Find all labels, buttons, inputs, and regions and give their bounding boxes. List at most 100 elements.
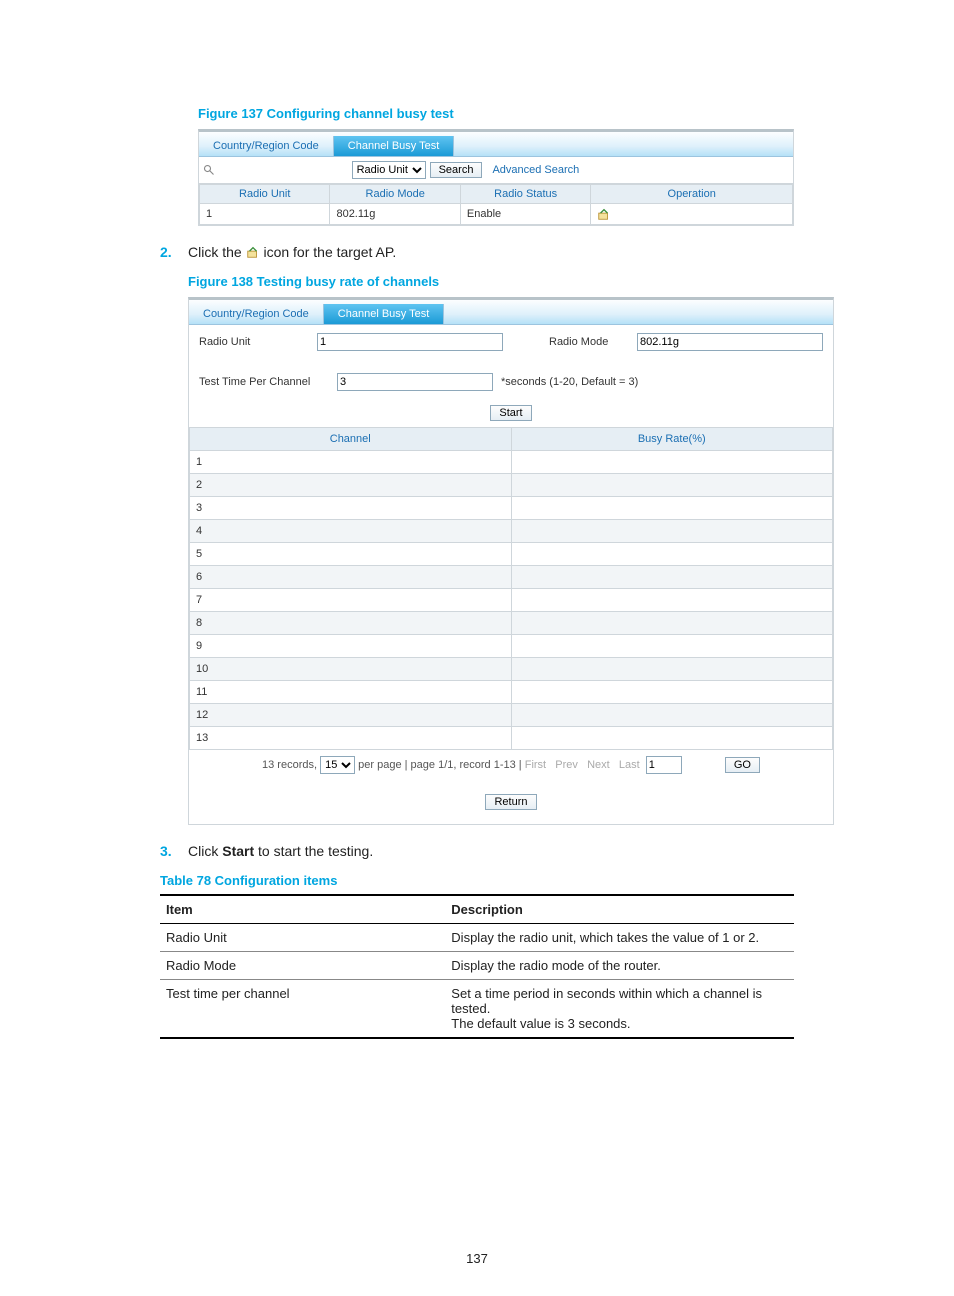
table-row: 13 xyxy=(190,727,833,750)
per-page-select[interactable]: 15 xyxy=(320,756,355,774)
pager-last[interactable]: Last xyxy=(619,759,640,771)
cell-description: Display the radio unit, which takes the … xyxy=(445,924,794,952)
step-2-text-before: Click the xyxy=(188,244,246,260)
table-row: 10 xyxy=(190,658,833,681)
go-button[interactable]: GO xyxy=(725,757,760,773)
form-row-test-time: Test Time Per Channel *seconds (1-20, De… xyxy=(189,359,833,399)
step-3-number: 3. xyxy=(160,843,176,859)
return-button[interactable]: Return xyxy=(485,794,536,810)
figure-137-caption: Figure 137 Configuring channel busy test xyxy=(198,106,794,121)
col-radio-mode: Radio Mode xyxy=(330,185,460,204)
step-2-text-after: icon for the target AP. xyxy=(263,244,396,260)
cell-mode: 802.11g xyxy=(330,204,460,225)
cell-channel: 3 xyxy=(190,497,512,520)
table-row: Test time per channelSet a time period i… xyxy=(160,980,794,1039)
cell-busy-rate xyxy=(511,474,833,497)
cell-channel: 13 xyxy=(190,727,512,750)
col-radio-unit: Radio Unit xyxy=(200,185,330,204)
radio-unit-label: Radio Unit xyxy=(199,336,309,348)
tabbar: Country/Region Code Channel Busy Test xyxy=(189,300,833,325)
start-button[interactable]: Start xyxy=(490,405,531,421)
cell-busy-rate xyxy=(511,497,833,520)
table-row: 5 xyxy=(190,543,833,566)
cell-channel: 5 xyxy=(190,543,512,566)
cell-busy-rate xyxy=(511,658,833,681)
table-78-caption: Table 78 Configuration items xyxy=(160,873,794,888)
cell-description: Set a time period in seconds within whic… xyxy=(445,980,794,1039)
form-row-radio: Radio Unit Radio Mode xyxy=(189,325,833,359)
cell-busy-rate xyxy=(511,451,833,474)
cell-channel: 6 xyxy=(190,566,512,589)
table-row: Radio ModeDisplay the radio mode of the … xyxy=(160,952,794,980)
pager-suffix: per page | page 1/1, record 1-13 | xyxy=(358,759,522,771)
col-description: Description xyxy=(445,895,794,924)
test-time-hint: *seconds (1-20, Default = 3) xyxy=(501,376,638,388)
cell-busy-rate xyxy=(511,566,833,589)
radio-unit-select[interactable]: Radio Unit xyxy=(352,161,426,179)
tab-country-region-code[interactable]: Country/Region Code xyxy=(189,304,324,324)
search-button[interactable]: Search xyxy=(430,162,483,178)
test-time-input[interactable] xyxy=(337,373,493,391)
table-row: 8 xyxy=(190,612,833,635)
operation-icon[interactable] xyxy=(597,207,611,221)
cell-busy-rate xyxy=(511,635,833,658)
search-icon xyxy=(203,164,215,176)
cell-unit: 1 xyxy=(200,204,330,225)
step-3-text-before: Click xyxy=(188,843,222,859)
radio-table: Radio Unit Radio Mode Radio Status Opera… xyxy=(199,184,793,225)
cell-channel: 8 xyxy=(190,612,512,635)
cell-description: Display the radio mode of the router. xyxy=(445,952,794,980)
col-operation: Operation xyxy=(591,185,793,204)
cell-channel: 10 xyxy=(190,658,512,681)
figure-137-screenshot: Country/Region Code Channel Busy Test Ra… xyxy=(198,129,794,226)
pager-first[interactable]: First xyxy=(525,759,546,771)
table-row: 12 xyxy=(190,704,833,727)
page-number: 137 xyxy=(0,1251,954,1266)
pager-next[interactable]: Next xyxy=(587,759,610,771)
table-row: 11 xyxy=(190,681,833,704)
col-channel: Channel xyxy=(190,428,512,451)
tab-channel-busy-test[interactable]: Channel Busy Test xyxy=(334,136,455,156)
figure-138-screenshot: Country/Region Code Channel Busy Test Ra… xyxy=(188,297,834,825)
radio-mode-input[interactable] xyxy=(637,333,823,351)
table-row: 2 xyxy=(190,474,833,497)
cell-channel: 4 xyxy=(190,520,512,543)
tab-country-region-code[interactable]: Country/Region Code xyxy=(199,136,334,156)
pager-prev[interactable]: Prev xyxy=(555,759,578,771)
pager-records: 13 records, xyxy=(262,759,317,771)
table-row: 4 xyxy=(190,520,833,543)
col-busy-rate: Busy Rate(%) xyxy=(511,428,833,451)
tabbar: Country/Region Code Channel Busy Test xyxy=(199,132,793,157)
step-3-bold: Start xyxy=(222,843,254,859)
step-3-text-after: to start the testing. xyxy=(254,843,373,859)
cell-channel: 12 xyxy=(190,704,512,727)
table-row: 1 xyxy=(190,451,833,474)
advanced-search-link[interactable]: Advanced Search xyxy=(492,164,579,176)
cell-busy-rate xyxy=(511,589,833,612)
cell-item: Radio Unit xyxy=(160,924,445,952)
cell-operation xyxy=(591,204,793,225)
table-row: Radio UnitDisplay the radio unit, which … xyxy=(160,924,794,952)
col-item: Item xyxy=(160,895,445,924)
operation-icon xyxy=(246,245,260,259)
cell-busy-rate xyxy=(511,543,833,566)
cell-item: Radio Mode xyxy=(160,952,445,980)
col-radio-status: Radio Status xyxy=(460,185,590,204)
step-2-number: 2. xyxy=(160,244,176,825)
table-row: 6 xyxy=(190,566,833,589)
cell-status: Enable xyxy=(460,204,590,225)
cell-busy-rate xyxy=(511,681,833,704)
cell-busy-rate xyxy=(511,727,833,750)
pager-page-input[interactable] xyxy=(646,756,682,774)
radio-unit-input[interactable] xyxy=(317,333,503,351)
tab-channel-busy-test[interactable]: Channel Busy Test xyxy=(324,304,445,324)
table-row: 3 xyxy=(190,497,833,520)
config-table: Item Description Radio UnitDisplay the r… xyxy=(160,894,794,1039)
cell-busy-rate xyxy=(511,612,833,635)
cell-channel: 11 xyxy=(190,681,512,704)
test-time-label: Test Time Per Channel xyxy=(199,376,329,388)
cell-channel: 2 xyxy=(190,474,512,497)
figure-138-caption: Figure 138 Testing busy rate of channels xyxy=(188,274,834,289)
cell-item: Test time per channel xyxy=(160,980,445,1039)
cell-busy-rate xyxy=(511,520,833,543)
